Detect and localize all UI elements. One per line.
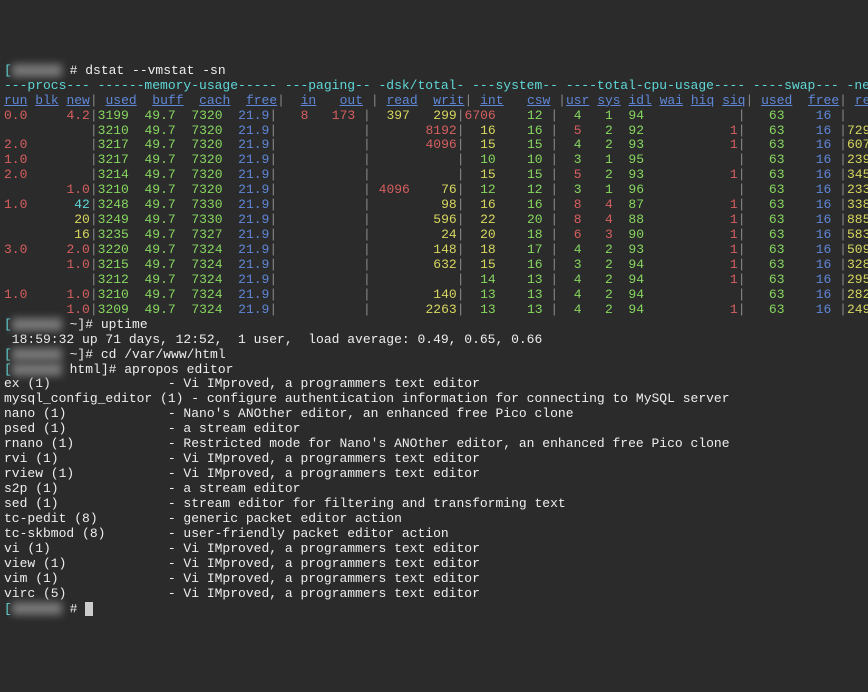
apropos-line: mysql_config_editor (1) - configure auth… <box>4 391 730 406</box>
apropos-line: view (1) - Vi IMproved, a programmers te… <box>4 556 480 571</box>
apropos-line: vi (1) - Vi IMproved, a programmers text… <box>4 541 480 556</box>
dstat-row: 2.0 |3217 49.7 7320 21.9| | 4096| 15 15 … <box>4 137 868 152</box>
hostname-blur <box>12 602 62 615</box>
dstat-row: 1.0 1.0|3210 49.7 7324 21.9| | 140| 13 1… <box>4 287 868 302</box>
dstat-columns: run <box>4 93 27 108</box>
cmd-cd: cd /var/www/html <box>101 347 226 362</box>
dstat-row: 16|3235 49.7 7327 21.9| | 24| 20 18 | 6 … <box>4 227 868 242</box>
dstat-row: 1.0|3210 49.7 7320 21.9| | 4096 76| 12 1… <box>4 182 868 197</box>
apropos-line: tc-skbmod (8) - user-friendly packet edi… <box>4 526 449 541</box>
apropos-line: vim (1) - Vi IMproved, a programmers tex… <box>4 571 480 586</box>
uptime-output: 18:59:32 up 71 days, 12:52, 1 user, load… <box>4 332 542 347</box>
dstat-row: 20|3249 49.7 7330 21.9| | 596| 22 20 | 8… <box>4 212 868 227</box>
dstat-row: 2.0 |3214 49.7 7320 21.9| | | 15 15 | 5 … <box>4 167 868 182</box>
dstat-row: 1.0|3209 49.7 7324 21.9| | 2263| 13 13 |… <box>4 302 868 317</box>
apropos-line: rview (1) - Vi IMproved, a programmers t… <box>4 466 480 481</box>
hostname-blur <box>12 318 62 331</box>
apropos-line: tc-pedit (8) - generic packet editor act… <box>4 511 402 526</box>
dstat-row: |3210 49.7 7320 21.9| | 8192| 16 16 | 5 … <box>4 123 868 138</box>
apropos-line: sed (1) - stream editor for filtering an… <box>4 496 566 511</box>
dstat-header-groups: ---procs--- ------memory-usage----- ---p… <box>4 78 868 93</box>
dstat-row: |3212 49.7 7324 21.9| | | 14 13 | 4 2 94… <box>4 272 868 287</box>
dstat-row: 0.0 4.2|3199 49.7 7320 21.9| 8 173 | 397… <box>4 108 868 123</box>
apropos-line: ex (1) - Vi IMproved, a programmers text… <box>4 376 480 391</box>
hostname-blur <box>12 64 62 77</box>
hostname-blur <box>12 348 62 361</box>
apropos-line: rnano (1) - Restricted mode for Nano's A… <box>4 436 730 451</box>
terminal-output[interactable]: [ # dstat --vmstat -sn ---procs--- -----… <box>4 64 864 617</box>
cursor[interactable] <box>85 602 93 616</box>
apropos-line: nano (1) - Nano's ANOther editor, an enh… <box>4 406 574 421</box>
dstat-row: 1.0 42|3248 49.7 7330 21.9| | 98| 16 16 … <box>4 197 868 212</box>
cmd-uptime: uptime <box>101 317 148 332</box>
apropos-line: rvi (1) - Vi IMproved, a programmers tex… <box>4 451 480 466</box>
hostname-blur <box>12 363 62 376</box>
dstat-row: 1.0 |3217 49.7 7320 21.9| | | 10 10 | 3 … <box>4 152 868 167</box>
apropos-line: psed (1) - a stream editor <box>4 421 300 436</box>
apropos-line: virc (5) - Vi IMproved, a programmers te… <box>4 586 480 601</box>
cmd-apropos: apropos editor <box>124 362 233 377</box>
dstat-row: 1.0|3215 49.7 7324 21.9| | 632| 15 16 | … <box>4 257 868 272</box>
apropos-line: s2p (1) - a stream editor <box>4 481 300 496</box>
dstat-row: 3.0 2.0|3220 49.7 7324 21.9| | 148| 18 1… <box>4 242 868 257</box>
